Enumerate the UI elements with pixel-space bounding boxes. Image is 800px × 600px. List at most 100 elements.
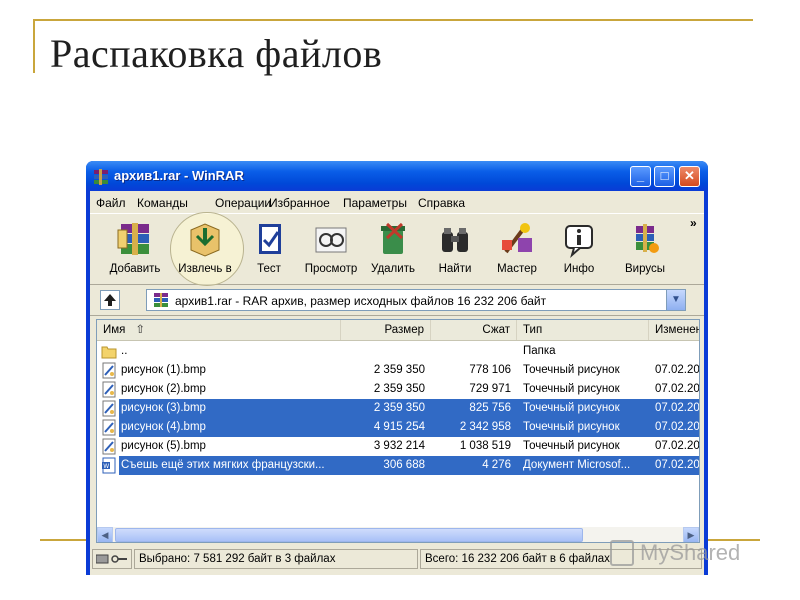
info-icon: [565, 225, 593, 258]
file-name-cell: рисунок (5).bmp: [121, 440, 206, 452]
address-dropdown-button[interactable]: ▼: [666, 290, 685, 310]
info-button[interactable]: Инфо: [548, 220, 610, 280]
file-row[interactable]: рисунок (5).bmp 3 932 214 1 038 519 Точечны…: [97, 437, 699, 456]
file-size-cell: 4 915 254: [373, 421, 425, 433]
file-name-cell: рисунок (2).bmp: [121, 383, 206, 395]
file-row[interactable]: рисунок (3).bmp 2 359 350 825 756 Точечный …: [97, 399, 699, 418]
file-packed-cell: 4 276: [482, 459, 511, 471]
view-button[interactable]: Просмотр: [300, 220, 362, 280]
winrar-window: архив1.rar - WinRAR _ □ ✕ Файл Команды О…: [86, 161, 708, 575]
delete-button[interactable]: Удалить: [362, 220, 424, 280]
drive-key-icon: [96, 554, 127, 564]
add-archive-icon: [117, 223, 149, 255]
find-label: Найти: [438, 263, 472, 275]
menu-help[interactable]: Справка: [418, 196, 465, 210]
archive-path-field[interactable]: архив1.rar - RAR архив, размер исходных …: [146, 289, 686, 311]
column-name[interactable]: Имя ⇧: [97, 320, 341, 340]
test-button[interactable]: Тест: [238, 220, 300, 280]
virus-scan-label: Вирусы: [625, 263, 665, 275]
file-type-cell: Документ Microsof...: [523, 459, 631, 471]
test-icon: [259, 224, 281, 254]
file-type-cell: Папка: [523, 345, 556, 357]
menu-operations[interactable]: Операции: [215, 196, 271, 210]
scroll-left-button[interactable]: ◀: [97, 527, 113, 542]
up-arrow-icon: [104, 294, 116, 306]
virus-scan-icon: [636, 224, 659, 253]
slide-title: Распаковка файлов: [50, 31, 383, 76]
bitmap-file-icon: [102, 362, 116, 379]
address-bar: архив1.rar - RAR архив, размер исходных …: [90, 285, 704, 316]
menu-commands[interactable]: Команды: [137, 196, 188, 210]
wizard-icon: [502, 223, 532, 254]
view-label: Просмотр: [304, 263, 358, 275]
file-row[interactable]: рисунок (4).bmp 4 915 254 2 342 958 Точечны…: [97, 418, 699, 437]
file-name-cell: рисунок (3).bmp: [121, 402, 206, 414]
file-size-cell: 2 359 350: [373, 402, 425, 414]
title-bar[interactable]: архив1.rar - WinRAR _ □ ✕: [86, 161, 708, 191]
file-name-cell: рисунок (1).bmp: [121, 364, 206, 376]
file-row[interactable]: .. Папка: [97, 342, 699, 361]
file-name-cell: рисунок (4).bmp: [121, 421, 206, 433]
status-drive-cell: [92, 549, 132, 569]
menu-file[interactable]: Файл: [96, 196, 126, 210]
svg-text:W: W: [103, 463, 109, 470]
add-button[interactable]: Добавить: [104, 220, 166, 280]
close-button[interactable]: ✕: [679, 166, 700, 187]
watermark-icon: [610, 540, 634, 566]
column-type[interactable]: Тип: [517, 320, 649, 340]
extract-icon: [190, 223, 220, 257]
bitmap-file-icon: [102, 419, 116, 436]
maximize-button[interactable]: □: [654, 166, 675, 187]
file-packed-cell: 729 971: [469, 383, 511, 395]
file-type-cell: Точечный рисунок: [523, 440, 620, 452]
file-packed-cell: 778 106: [469, 364, 511, 376]
column-modified[interactable]: Изменен: [649, 320, 699, 340]
file-packed-cell: 1 038 519: [459, 440, 511, 452]
watermark-logo: MyShared: [606, 536, 766, 576]
file-name-cell: Съешь ещё этих мягких французски...: [121, 459, 325, 471]
file-type-cell: Точечный рисунок: [523, 383, 620, 395]
find-button[interactable]: Найти: [424, 220, 486, 280]
window-title: архив1.rar - WinRAR: [114, 168, 244, 183]
column-size[interactable]: Размер: [341, 320, 431, 340]
extract-to-button[interactable]: Извлечь в: [174, 220, 236, 280]
scroll-thumb[interactable]: [115, 528, 583, 542]
virus-scan-button[interactable]: Вирусы: [614, 220, 676, 280]
file-packed-cell: 2 342 958: [459, 421, 511, 433]
column-packed[interactable]: Сжат: [431, 320, 517, 340]
find-icon: [442, 228, 468, 252]
status-selected: Выбрано: 7 581 292 байт в 3 файлах: [134, 549, 418, 569]
up-folder-button[interactable]: [100, 290, 120, 310]
menu-options[interactable]: Параметры: [343, 196, 407, 210]
file-size-cell: 3 932 214: [373, 440, 425, 452]
toolbar: Добавить Извлечь в Тест Просмотр Удалить…: [90, 212, 704, 286]
bitmap-file-icon: [102, 400, 116, 417]
file-type-cell: Точечный рисунок: [523, 402, 620, 414]
wizard-button[interactable]: Мастер: [486, 220, 548, 280]
bitmap-file-icon: [102, 438, 116, 455]
file-row[interactable]: рисунок (1).bmp 2 359 350 778 106 Точечный …: [97, 361, 699, 380]
toolbar-more-chevron[interactable]: »: [690, 216, 697, 230]
slide-left-rule: [33, 19, 35, 73]
view-icon: [315, 227, 347, 253]
sort-up-arrow-icon: ⇧: [135, 324, 146, 336]
info-label: Инфо: [563, 263, 595, 275]
minimize-button[interactable]: _: [630, 166, 651, 187]
file-date-cell: 07.02.20: [655, 459, 700, 471]
window-client: Файл Команды Операции Избранное Параметр…: [90, 191, 704, 575]
file-size-cell: 2 359 350: [373, 383, 425, 395]
delete-icon: [381, 222, 405, 254]
file-type-cell: Точечный рисунок: [523, 364, 620, 376]
menu-favorites[interactable]: Избранное: [269, 196, 330, 210]
word-document-icon: W: [102, 457, 116, 474]
archive-path-text: архив1.rar - RAR архив, размер исходных …: [175, 294, 547, 308]
add-label: Добавить: [109, 263, 161, 275]
menu-bar: Файл Команды Операции Избранное Параметр…: [90, 193, 704, 213]
rar-archive-icon: [154, 293, 168, 307]
slide-top-rule: [33, 19, 753, 21]
file-row[interactable]: рисунок (2).bmp 2 359 350 729 971 Точечный …: [97, 380, 699, 399]
file-packed-cell: 825 756: [469, 402, 511, 414]
test-label: Тест: [257, 263, 281, 275]
file-row[interactable]: W Съешь ещё этих мягких французски... 306 …: [97, 456, 700, 475]
wizard-label: Мастер: [497, 263, 537, 275]
